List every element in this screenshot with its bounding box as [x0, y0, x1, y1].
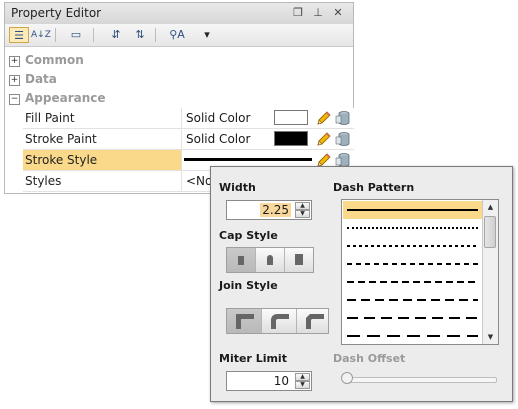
category-appearance[interactable]: − Appearance: [9, 89, 106, 107]
join-style-selector: [226, 308, 329, 334]
property-value-cell[interactable]: Solid Color: [181, 129, 354, 149]
join-miter-icon: [236, 314, 254, 329]
pencil-icon[interactable]: [316, 110, 332, 126]
dash-pattern-dotted-fine[interactable]: [343, 219, 482, 237]
miter-limit-spinner[interactable]: 10 ▲ ▼: [226, 371, 312, 391]
property-name: Stroke Style: [25, 153, 98, 167]
dash-list-scrollbar[interactable]: ▲ ▼: [482, 200, 498, 344]
property-row-fill-paint[interactable]: Fill Paint Solid Color: [23, 108, 354, 129]
category-data[interactable]: + Data: [9, 70, 57, 88]
dash-pattern-list[interactable]: ▲ ▼: [341, 199, 499, 345]
dash-offset-slider-track: [347, 377, 497, 383]
property-name: Stroke Paint: [25, 132, 97, 146]
scroll-down-icon[interactable]: ▼: [483, 330, 498, 344]
spin-down-icon[interactable]: ▼: [295, 381, 310, 389]
width-input[interactable]: 2.25: [260, 203, 291, 217]
sort-alpha-icon[interactable]: A↓Z: [31, 27, 51, 43]
miter-limit-input[interactable]: 10: [272, 374, 291, 388]
dash-offset-slider[interactable]: [341, 372, 353, 384]
cap-style-label: Cap Style: [219, 229, 278, 242]
expand-icon[interactable]: +: [9, 75, 20, 86]
width-label: Width: [219, 181, 256, 194]
collapse-icon[interactable]: −: [9, 94, 20, 105]
categorized-view-icon[interactable]: ☰: [9, 27, 29, 43]
property-value: <No: [186, 174, 213, 188]
spinner-arrows: ▲ ▼: [295, 373, 310, 389]
width-spinner[interactable]: 2.25 ▲ ▼: [226, 200, 312, 220]
category-label: Appearance: [25, 91, 106, 105]
pencil-icon[interactable]: [316, 131, 332, 147]
dash-offset-label: Dash Offset: [333, 352, 406, 365]
miter-limit-label: Miter Limit: [219, 352, 287, 365]
cap-butt-button[interactable]: [227, 248, 256, 272]
collapse-all-icon[interactable]: ⇅: [131, 27, 149, 43]
property-value-cell[interactable]: Solid Color: [181, 108, 354, 128]
cap-round-button[interactable]: [256, 248, 285, 272]
database-binding-icon[interactable]: [335, 131, 351, 147]
spinner-arrows: ▲ ▼: [295, 202, 310, 218]
property-name: Fill Paint: [25, 111, 75, 125]
join-miter-button[interactable]: [227, 309, 262, 333]
pin-icon[interactable]: ⊥: [311, 6, 325, 20]
join-style-label: Join Style: [219, 279, 278, 292]
scroll-thumb[interactable]: [484, 216, 496, 248]
database-binding-icon[interactable]: [335, 110, 351, 126]
category-common[interactable]: + Common: [9, 51, 84, 69]
filter-icon[interactable]: ⚲A: [167, 27, 187, 43]
property-row-stroke-paint[interactable]: Stroke Paint Solid Color: [23, 129, 354, 150]
chevron-down-icon[interactable]: ▾: [201, 27, 213, 43]
color-swatch[interactable]: [274, 110, 308, 125]
category-label: Data: [25, 72, 57, 86]
color-swatch[interactable]: [274, 131, 308, 146]
dash-pattern-dash-short[interactable]: [343, 255, 482, 273]
title-bar: Property Editor ❐ ⊥ ✕: [5, 3, 353, 25]
dash-pattern-solid[interactable]: [343, 201, 482, 219]
property-value: Solid Color: [186, 132, 251, 146]
property-value: Solid Color: [186, 111, 251, 125]
cap-round-icon: [267, 255, 273, 265]
dash-pattern-dash-longest[interactable]: [343, 327, 482, 344]
dash-pattern-dash-long[interactable]: [343, 291, 482, 309]
cap-butt-icon: [238, 256, 244, 265]
spin-up-icon[interactable]: ▲: [295, 373, 310, 381]
toolbar: ☰ A↓Z ▭ ⇵ ⇅ ⚲A ▾: [5, 24, 353, 47]
cap-style-selector: [226, 247, 314, 273]
spin-down-icon[interactable]: ▼: [295, 210, 310, 218]
show-hidden-icon[interactable]: ▭: [67, 27, 85, 43]
dash-pattern-dash-medium[interactable]: [343, 273, 482, 291]
toolbar-separator: [93, 28, 94, 42]
category-label: Common: [25, 53, 84, 67]
toolbar-separator: [55, 28, 56, 42]
spin-up-icon[interactable]: ▲: [295, 202, 310, 210]
property-name: Styles: [25, 174, 62, 188]
toolbar-separator: [155, 28, 156, 42]
dash-pattern-dotted[interactable]: [343, 237, 482, 255]
join-round-button[interactable]: [262, 309, 297, 333]
join-round-icon: [271, 314, 289, 329]
stroke-preview: [184, 158, 312, 161]
cap-square-icon: [295, 254, 303, 265]
restore-icon[interactable]: ❐: [291, 6, 305, 20]
dash-pattern-label: Dash Pattern: [333, 181, 415, 194]
stroke-style-popup: Width 2.25 ▲ ▼ Cap Style Join Style Mite…: [210, 166, 513, 402]
close-icon[interactable]: ✕: [331, 6, 345, 20]
panel-title: Property Editor: [11, 6, 102, 20]
expand-icon[interactable]: +: [9, 56, 20, 67]
dash-pattern-dash-longer[interactable]: [343, 309, 482, 327]
cap-square-button[interactable]: [285, 248, 313, 272]
join-bevel-icon: [306, 314, 324, 329]
join-bevel-button[interactable]: [297, 309, 331, 333]
scroll-up-icon[interactable]: ▲: [483, 200, 498, 214]
expand-all-icon[interactable]: ⇵: [107, 27, 125, 43]
